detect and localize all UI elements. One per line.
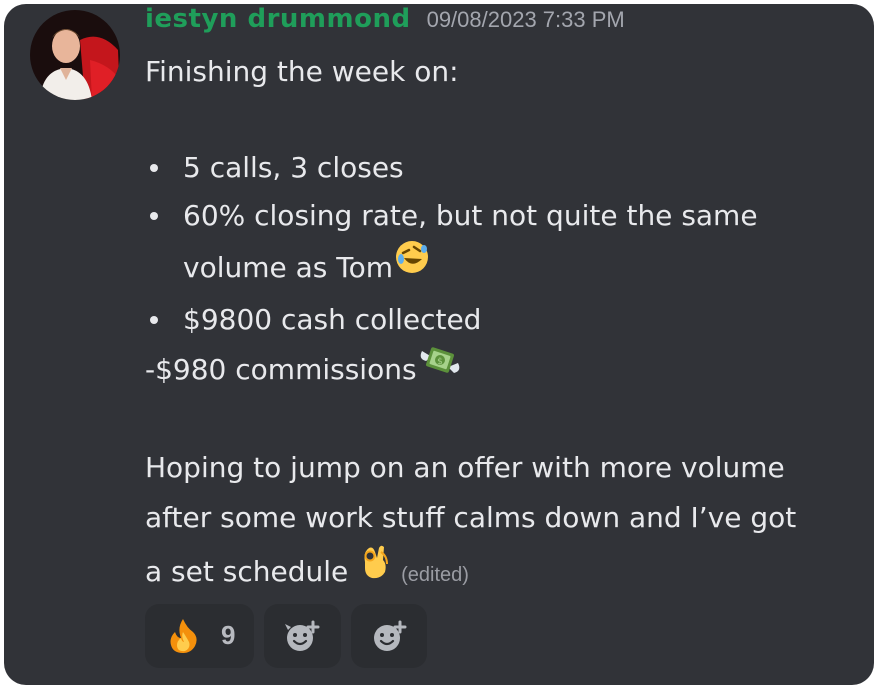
fire-icon bbox=[167, 618, 199, 658]
add-super-reaction-icon bbox=[284, 618, 324, 658]
avatar-photo bbox=[30, 10, 120, 100]
rolling-on-floor-laughing-icon bbox=[394, 238, 430, 294]
bullet-item: 60% closing rate, but not quite the same… bbox=[145, 192, 865, 296]
reaction-fire[interactable]: 9 bbox=[145, 604, 254, 668]
paragraph-line-last: a set schedule (edited) bbox=[145, 544, 865, 600]
paragraph-text: a set schedule bbox=[145, 555, 358, 588]
add-reaction-icon bbox=[371, 618, 411, 658]
edited-label: (edited) bbox=[401, 564, 469, 586]
bullet-text-continued: volume as Tom bbox=[183, 240, 865, 296]
svg-text:$: $ bbox=[437, 357, 443, 367]
message-card: iestyn drummond 09/08/2023 7:33 PM Finish… bbox=[4, 4, 874, 685]
reaction-count: 9 bbox=[221, 620, 236, 650]
bullet-text: volume as Tom bbox=[183, 251, 394, 284]
message-content: Finishing the week on: 5 calls, 3 closes… bbox=[145, 48, 865, 600]
bullet-text: 5 calls, 3 closes bbox=[183, 151, 404, 184]
paragraph-line: Hoping to jump on an offer with more vol… bbox=[145, 451, 785, 484]
bullet-text: 60% closing rate, but not quite the same bbox=[183, 199, 758, 232]
bullet-list: 5 calls, 3 closes 60% closing rate, but … bbox=[145, 144, 865, 344]
message-header: iestyn drummond 09/08/2023 7:33 PM bbox=[145, 4, 625, 40]
commission-line: -$980 commissions $ bbox=[145, 344, 865, 396]
commission-text: -$980 commissions bbox=[145, 353, 417, 386]
add-reaction-button[interactable] bbox=[351, 604, 427, 668]
message-timestamp: 09/08/2023 7:33 PM bbox=[426, 7, 625, 32]
add-super-reaction-button[interactable] bbox=[264, 604, 341, 668]
bullet-text: $9800 cash collected bbox=[183, 303, 482, 336]
user-avatar[interactable] bbox=[30, 10, 120, 100]
intro-text: Finishing the week on: bbox=[145, 55, 459, 88]
paragraph-line: after some work stuff calms down and I’v… bbox=[145, 501, 797, 534]
money-with-wings-icon: $ bbox=[418, 341, 462, 396]
bullet-item: 5 calls, 3 closes bbox=[145, 144, 865, 192]
author-name[interactable]: iestyn drummond bbox=[145, 4, 411, 34]
bullet-item: $9800 cash collected bbox=[145, 296, 865, 344]
ok-hand-icon bbox=[357, 542, 393, 599]
